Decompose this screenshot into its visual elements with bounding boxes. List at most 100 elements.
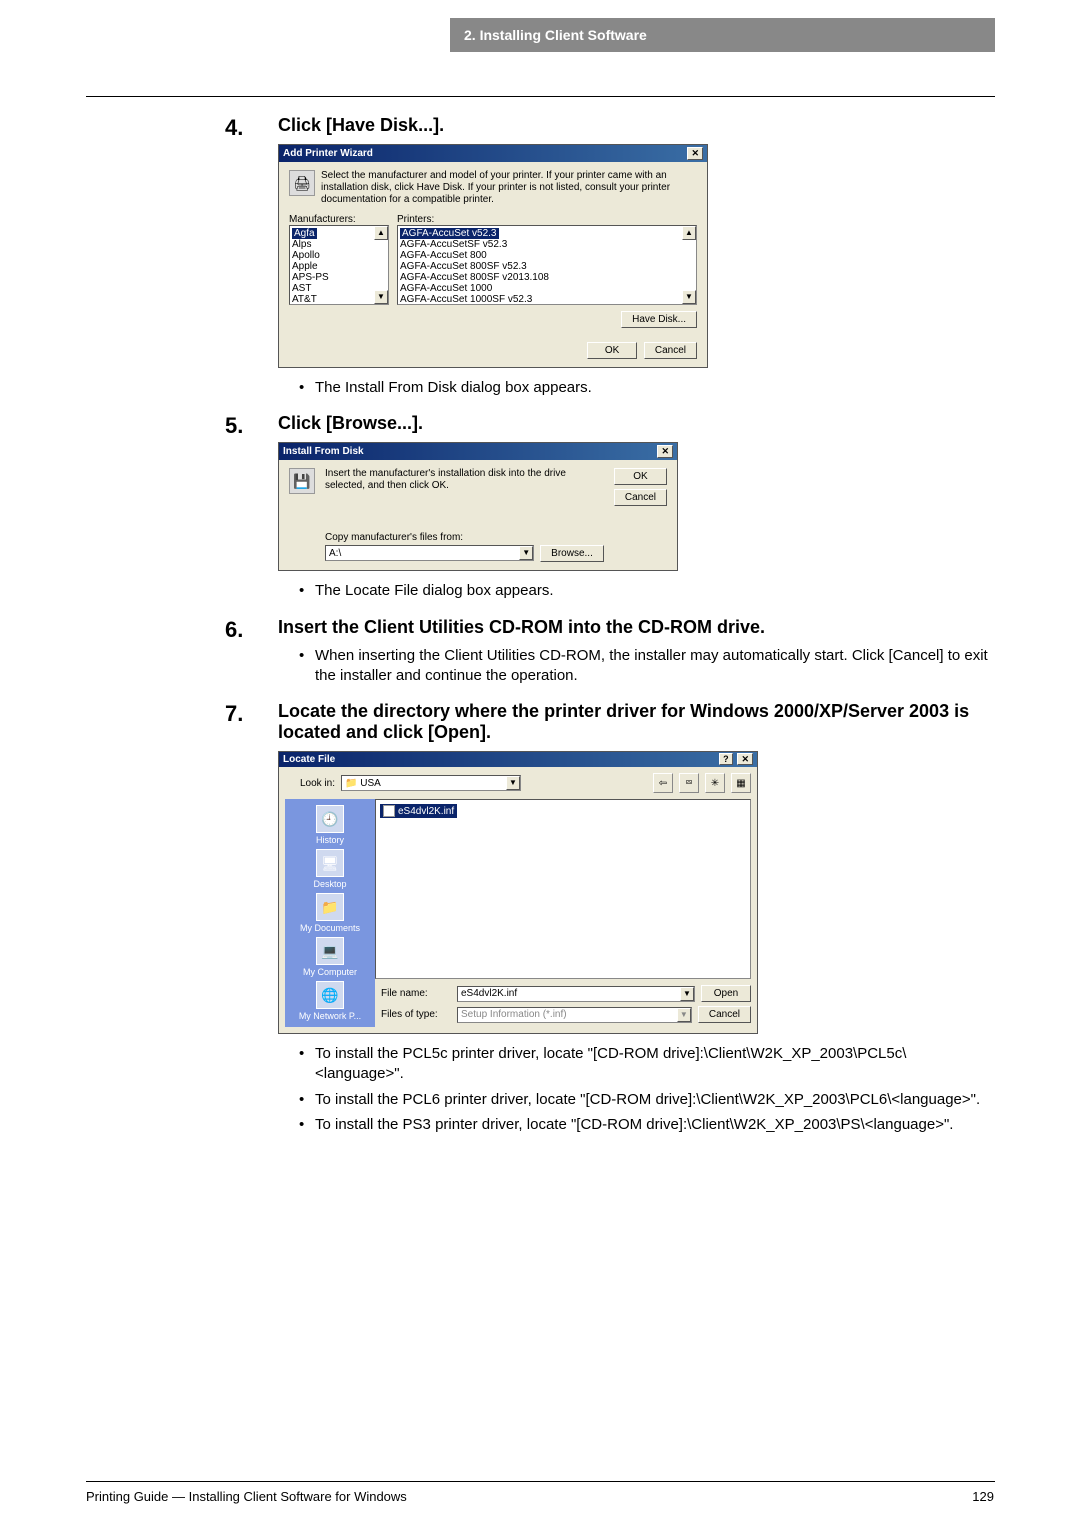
- install-note: To install the PCL6 printer driver, loca…: [243, 1090, 993, 1110]
- dialog-description: Insert the manufacturer's installation d…: [325, 468, 604, 492]
- step-number: 6.: [225, 617, 245, 643]
- open-button[interactable]: Open: [701, 985, 751, 1002]
- install-from-disk-dialog: Install From Disk ✕ 💾 Insert the manufac…: [278, 442, 678, 571]
- list-item[interactable]: APS-PS: [292, 272, 386, 283]
- path-dropdown[interactable]: A:\ ▼: [325, 545, 534, 561]
- file-item-selected[interactable]: eS4dvl2K.inf: [380, 804, 457, 818]
- browse-button[interactable]: Browse...: [540, 545, 604, 562]
- step-6: 6. Insert the Client Utilities CD-ROM in…: [243, 617, 993, 687]
- manufacturers-listbox[interactable]: ▲ Agfa Alps Apollo Apple APS-PS AST AT&T…: [289, 225, 389, 305]
- step-note: The Locate File dialog box appears.: [243, 581, 993, 601]
- step-note: When inserting the Client Utilities CD-R…: [243, 646, 993, 687]
- list-item[interactable]: AT&T: [292, 294, 386, 305]
- ok-button[interactable]: OK: [614, 468, 667, 485]
- step-5: 5. Click [Browse...]. Install From Disk …: [243, 413, 993, 601]
- look-in-value: USA: [360, 778, 381, 789]
- views-icon[interactable]: ▦: [731, 773, 751, 793]
- list-item[interactable]: AGFA-AccuSet 800SF v2013.108: [400, 272, 694, 283]
- step-title: Insert the Client Utilities CD-ROM into …: [243, 617, 993, 638]
- folder-icon: 📁: [316, 893, 344, 921]
- printer-icon: 🖨: [289, 170, 315, 196]
- add-printer-wizard-dialog: Add Printer Wizard ✕ 🖨 Select the manufa…: [278, 144, 708, 368]
- look-in-label: Look in:: [285, 778, 335, 789]
- help-icon[interactable]: ?: [719, 753, 733, 765]
- list-item[interactable]: AGFA-AccuSet 1000: [400, 283, 694, 294]
- footer-left: Printing Guide — Installing Client Softw…: [86, 1489, 407, 1504]
- computer-icon: 💻: [316, 937, 344, 965]
- chevron-down-icon: ▼: [677, 1008, 691, 1022]
- dialog-title: Locate File: [283, 754, 335, 765]
- printers-listbox[interactable]: ▲ AGFA-AccuSet v52.3 AGFA-AccuSetSF v52.…: [397, 225, 697, 305]
- file-icon: [383, 805, 395, 817]
- scroll-up-icon[interactable]: ▲: [374, 226, 388, 240]
- manufacturers-label: Manufacturers:: [289, 214, 389, 225]
- step-title: Click [Have Disk...].: [243, 115, 993, 136]
- place-history[interactable]: 🕘History: [290, 805, 370, 845]
- list-item[interactable]: Agfa: [292, 228, 317, 239]
- place-mydocuments[interactable]: 📁My Documents: [290, 893, 370, 933]
- file-type-field: Setup Information (*.inf) ▼: [457, 1007, 692, 1023]
- cancel-button[interactable]: Cancel: [698, 1006, 751, 1023]
- look-in-dropdown[interactable]: 📁 USA ▼: [341, 775, 521, 791]
- scroll-down-icon[interactable]: ▼: [682, 290, 696, 304]
- step-title: Click [Browse...].: [243, 413, 993, 434]
- printers-label: Printers:: [397, 214, 697, 225]
- step-title: Locate the directory where the printer d…: [243, 701, 993, 743]
- top-rule: [86, 96, 995, 97]
- dialog-title: Install From Disk: [283, 446, 364, 457]
- copy-from-label: Copy manufacturer's files from:: [325, 532, 604, 543]
- list-item[interactable]: AGFA-AccuSetSF v52.3: [400, 239, 694, 250]
- places-bar: 🕘History 🖥Desktop 📁My Documents 💻My Comp…: [285, 799, 375, 1027]
- cancel-button[interactable]: Cancel: [644, 342, 697, 359]
- scroll-down-icon[interactable]: ▼: [374, 290, 388, 304]
- dialog-title: Add Printer Wizard: [283, 148, 373, 159]
- new-folder-icon[interactable]: ✳: [705, 773, 725, 793]
- locate-file-dialog: Locate File ? ✕ Look in: 📁 USA ▼ ⇦ ⮹ ✳: [278, 751, 758, 1034]
- step-number: 7.: [225, 701, 245, 727]
- step-note: The Install From Disk dialog box appears…: [243, 378, 993, 398]
- file-name-field[interactable]: eS4dvl2K.inf ▼: [457, 986, 695, 1002]
- step-4: 4. Click [Have Disk...]. Add Printer Wiz…: [243, 115, 993, 398]
- dialog-titlebar: Install From Disk ✕: [279, 443, 677, 460]
- section-header: 2. Installing Client Software: [450, 18, 995, 52]
- file-name-label: File name:: [381, 988, 451, 999]
- list-item[interactable]: Apollo: [292, 250, 386, 261]
- chevron-down-icon[interactable]: ▼: [506, 776, 520, 790]
- close-icon[interactable]: ✕: [687, 147, 703, 160]
- list-item[interactable]: AST: [292, 283, 386, 294]
- up-folder-icon[interactable]: ⮹: [679, 773, 699, 793]
- list-item[interactable]: AGFA-AccuSet 800SF v52.3: [400, 261, 694, 272]
- list-item[interactable]: Apple: [292, 261, 386, 272]
- scroll-up-icon[interactable]: ▲: [682, 226, 696, 240]
- history-icon: 🕘: [316, 805, 344, 833]
- step-number: 5.: [225, 413, 245, 439]
- dialog-titlebar: Locate File ? ✕: [279, 752, 757, 767]
- dialog-description: Select the manufacturer and model of you…: [321, 170, 697, 206]
- file-list[interactable]: eS4dvl2K.inf: [375, 799, 751, 979]
- place-desktop[interactable]: 🖥Desktop: [290, 849, 370, 889]
- bottom-rule: [86, 1481, 995, 1482]
- list-item[interactable]: AGFA-AccuSet v52.3: [400, 228, 499, 239]
- list-item[interactable]: Alps: [292, 239, 386, 250]
- disk-icon: 💾: [289, 468, 315, 494]
- chevron-down-icon[interactable]: ▼: [519, 546, 533, 560]
- install-note: To install the PS3 printer driver, locat…: [243, 1115, 993, 1135]
- dialog-titlebar: Add Printer Wizard ✕: [279, 145, 707, 162]
- list-item[interactable]: AGFA-AccuSet 800: [400, 250, 694, 261]
- content-area: 4. Click [Have Disk...]. Add Printer Wiz…: [243, 115, 993, 1150]
- ok-button[interactable]: OK: [587, 342, 637, 359]
- step-number: 4.: [225, 115, 245, 141]
- file-type-label: Files of type:: [381, 1009, 451, 1020]
- step-7: 7. Locate the directory where the printe…: [243, 701, 993, 1135]
- install-note: To install the PCL5c printer driver, loc…: [243, 1044, 993, 1085]
- list-item[interactable]: AGFA-AccuSet 1000SF v52.3: [400, 294, 694, 305]
- place-network[interactable]: 🌐My Network P...: [290, 981, 370, 1021]
- place-mycomputer[interactable]: 💻My Computer: [290, 937, 370, 977]
- have-disk-button[interactable]: Have Disk...: [621, 311, 697, 328]
- cancel-button[interactable]: Cancel: [614, 489, 667, 506]
- close-icon[interactable]: ✕: [657, 445, 673, 458]
- close-icon[interactable]: ✕: [737, 753, 753, 765]
- back-icon[interactable]: ⇦: [653, 773, 673, 793]
- path-value: A:\: [329, 548, 341, 559]
- chevron-down-icon[interactable]: ▼: [680, 987, 694, 1001]
